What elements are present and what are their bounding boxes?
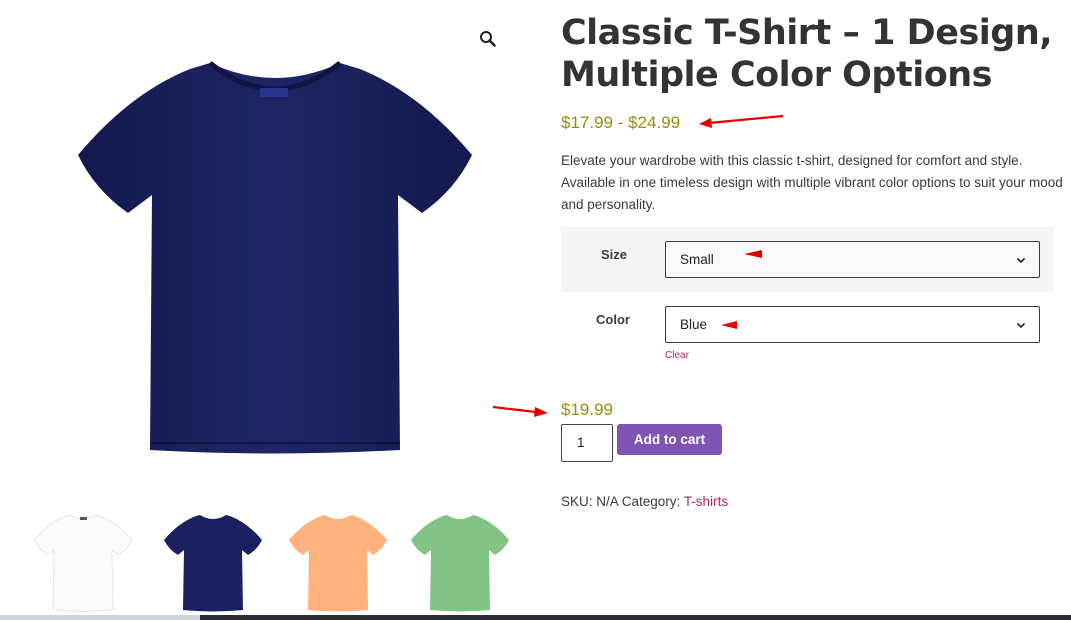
product-gallery bbox=[0, 0, 540, 620]
tshirt-navy-thumb bbox=[164, 515, 262, 612]
main-product-image[interactable] bbox=[60, 45, 490, 465]
chevron-down-icon bbox=[1016, 322, 1026, 329]
tshirt-white-thumb bbox=[33, 514, 133, 612]
size-select-value: Small bbox=[680, 252, 714, 267]
product-meta: SKU: N/A Category: T-shirts bbox=[561, 494, 728, 509]
bottom-edge-bar bbox=[0, 615, 1071, 620]
product-description: Elevate your wardrobe with this classic … bbox=[561, 153, 1063, 212]
annotation-arrow-price-range bbox=[699, 114, 784, 128]
quantity-input[interactable]: 1 bbox=[561, 424, 613, 462]
category-link[interactable]: T-shirts bbox=[684, 494, 728, 509]
add-to-cart-button[interactable]: Add to cart bbox=[617, 424, 722, 455]
thumbnail-strip bbox=[28, 505, 528, 615]
variation-row-size: Size Small bbox=[561, 227, 1054, 292]
variation-row-color: Color Blue Clear bbox=[561, 292, 1054, 361]
variations-table: Size Small Color Blue Clear bbox=[561, 227, 1054, 377]
thumbnail-green[interactable] bbox=[405, 505, 515, 615]
size-label: Size bbox=[601, 247, 628, 262]
color-select-value: Blue bbox=[680, 317, 708, 332]
annotation-arrow-color bbox=[721, 321, 737, 329]
variation-price: $19.99 bbox=[561, 400, 613, 419]
annotation-arrow-size bbox=[744, 250, 762, 258]
tshirt-image bbox=[78, 61, 472, 454]
tshirt-peach-thumb bbox=[289, 515, 387, 612]
tshirt-green-thumb bbox=[411, 515, 509, 612]
product-title: Classic T-Shirt – 1 Design, Multiple Col… bbox=[561, 13, 1053, 95]
annotation-arrow-variation-price bbox=[492, 405, 548, 417]
size-select[interactable]: Small bbox=[665, 241, 1040, 278]
sku-category-text: SKU: N/A Category: bbox=[561, 494, 684, 509]
thumbnail-navy[interactable] bbox=[158, 505, 268, 615]
thumbnail-peach[interactable] bbox=[283, 505, 393, 615]
price-range: $17.99 - $24.99 bbox=[561, 113, 681, 132]
chevron-down-icon bbox=[1016, 257, 1026, 264]
color-label: Color bbox=[596, 312, 630, 327]
thumbnail-white[interactable] bbox=[28, 505, 138, 615]
clear-variations-link[interactable]: Clear bbox=[665, 350, 689, 361]
